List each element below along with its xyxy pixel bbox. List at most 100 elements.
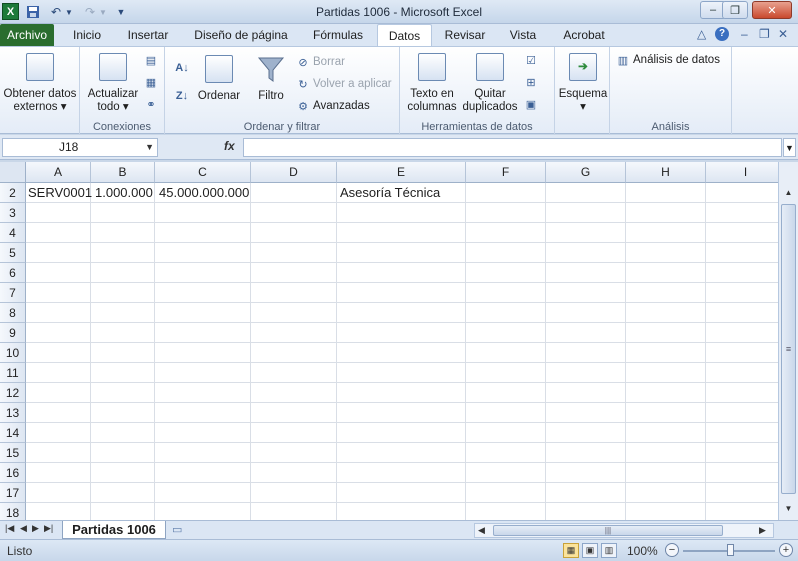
scroll-right-icon[interactable]: ▶: [759, 525, 766, 536]
sort-za-icon[interactable]: Z↓: [173, 89, 191, 103]
row-header[interactable]: 10: [0, 343, 26, 363]
collapse-ribbon-icon[interactable]: △: [697, 27, 706, 41]
page-break-view-icon[interactable]: ▥: [601, 543, 617, 558]
tab-insertar[interactable]: Insertar: [119, 24, 177, 46]
close-button[interactable]: ✕: [752, 1, 792, 19]
row-header[interactable]: 13: [0, 403, 26, 423]
tab-formulas[interactable]: Fórmulas: [305, 24, 371, 46]
scroll-down-icon[interactable]: ▼: [781, 502, 796, 516]
zoom-level[interactable]: 100%: [627, 544, 658, 558]
consolidate-icon[interactable]: ⊞: [524, 75, 538, 89]
row-header[interactable]: 17: [0, 483, 26, 503]
horizontal-scrollbar[interactable]: ◀ ||| ▶: [474, 523, 774, 538]
column-header[interactable]: E: [337, 162, 466, 183]
cell-b2[interactable]: 1.000.000: [93, 183, 155, 203]
tab-diseno-pagina[interactable]: Diseño de página: [186, 24, 296, 46]
row-header[interactable]: 9: [0, 323, 26, 343]
advanced-filter-button[interactable]: ⚙ Avanzadas: [296, 99, 370, 113]
column-header[interactable]: A: [26, 162, 91, 183]
column-header[interactable]: H: [626, 162, 706, 183]
workbook-close-icon[interactable]: ✕: [778, 27, 788, 41]
scroll-up-icon[interactable]: ▲: [781, 186, 796, 200]
text-to-columns-button[interactable]: Texto en columnas: [404, 53, 460, 114]
expand-formula-bar-icon[interactable]: ▼: [783, 138, 796, 157]
get-external-data-button[interactable]: Obtener datos externos ▾: [2, 53, 78, 114]
zoom-out-icon[interactable]: −: [665, 543, 679, 557]
tab-archivo[interactable]: Archivo: [0, 24, 54, 46]
column-header[interactable]: G: [546, 162, 626, 183]
properties-icon[interactable]: ▦: [144, 75, 158, 89]
sheet-tab[interactable]: Partidas 1006: [62, 521, 166, 539]
row-header[interactable]: 18: [0, 503, 26, 520]
row-header[interactable]: 12: [0, 383, 26, 403]
workbook-minimize-icon[interactable]: –: [741, 27, 748, 41]
row-header[interactable]: 6: [0, 263, 26, 283]
connections-icon[interactable]: ▤: [144, 53, 158, 67]
remove-duplicates-button[interactable]: Quitar duplicados: [460, 53, 520, 114]
zoom-in-icon[interactable]: +: [779, 543, 793, 557]
reapply-button: ↻ Volver a aplicar: [296, 77, 391, 91]
horizontal-scroll-thumb[interactable]: |||: [493, 525, 723, 536]
zoom-slider-knob[interactable]: [727, 544, 734, 556]
window-title: Partidas 1006 - Microsoft Excel: [315, 5, 483, 19]
edit-links-icon[interactable]: ⚭: [144, 97, 158, 111]
row-header[interactable]: 5: [0, 243, 26, 263]
maximize-button[interactable]: ❐: [722, 1, 748, 19]
tab-inicio[interactable]: Inicio: [64, 24, 110, 46]
cell-c2[interactable]: 45.000.000.000: [157, 183, 253, 203]
tab-vista[interactable]: Vista: [500, 24, 546, 46]
sort-button[interactable]: Ordenar: [197, 55, 241, 103]
tab-revisar[interactable]: Revisar: [440, 24, 490, 46]
row-gridline: [26, 282, 778, 283]
row-header[interactable]: 14: [0, 423, 26, 443]
row-header[interactable]: 7: [0, 283, 26, 303]
row-gridline: [26, 242, 778, 243]
formula-input[interactable]: [243, 138, 782, 157]
data-validation-icon[interactable]: ☑: [524, 53, 538, 67]
column-gridline: [545, 183, 546, 520]
last-sheet-icon[interactable]: ▶|: [44, 523, 53, 534]
row-header[interactable]: 16: [0, 463, 26, 483]
insert-sheet-icon[interactable]: ▭: [172, 523, 188, 537]
tab-acrobat[interactable]: Acrobat: [555, 24, 613, 46]
name-box[interactable]: J18 ▼: [2, 138, 158, 157]
column-header[interactable]: C: [155, 162, 251, 183]
outline-button[interactable]: ➔ Esquema ▾: [557, 53, 609, 114]
row-header[interactable]: 15: [0, 443, 26, 463]
scroll-left-icon[interactable]: ◀: [478, 525, 485, 536]
sort-az-icon[interactable]: A↓: [173, 61, 191, 75]
workbook-restore-icon[interactable]: ❐: [759, 27, 770, 41]
select-all-corner[interactable]: [0, 162, 26, 183]
name-box-value: J18: [59, 140, 79, 154]
prev-sheet-icon[interactable]: ◀: [20, 523, 27, 534]
normal-view-icon[interactable]: ▦: [563, 543, 579, 558]
page-layout-view-icon[interactable]: ▣: [582, 543, 598, 558]
row-header[interactable]: 3: [0, 203, 26, 223]
next-sheet-icon[interactable]: ▶: [32, 523, 39, 534]
cell-e2[interactable]: Asesoría Técnica: [338, 183, 466, 203]
data-analysis-button[interactable]: ▥ Análisis de datos: [616, 53, 720, 67]
what-if-icon[interactable]: ▣: [524, 97, 538, 111]
first-sheet-icon[interactable]: |◀: [5, 523, 14, 534]
row-header[interactable]: 11: [0, 363, 26, 383]
row-gridline: [26, 502, 778, 503]
insert-function-icon[interactable]: fx: [224, 139, 235, 153]
column-header[interactable]: B: [91, 162, 155, 183]
tab-datos[interactable]: Datos: [377, 24, 432, 46]
cell-a2[interactable]: SERV0001: [26, 183, 92, 203]
outline-label: Esquema: [558, 88, 608, 100]
filter-button[interactable]: Filtro: [251, 55, 291, 103]
worksheet-grid[interactable]: A B C D E F G H I 2 3 4 5 6 7 8 9 10 11 …: [0, 162, 778, 520]
column-header[interactable]: D: [251, 162, 337, 183]
vertical-scrollbar[interactable]: ▲ ≡ ▼: [778, 162, 798, 520]
column-header[interactable]: F: [466, 162, 546, 183]
name-box-dropdown-icon[interactable]: ▼: [145, 139, 154, 156]
row-header[interactable]: 2: [0, 183, 26, 203]
help-icon[interactable]: ?: [715, 27, 729, 41]
column-header[interactable]: I: [706, 162, 778, 183]
row-header[interactable]: 8: [0, 303, 26, 323]
row-header[interactable]: 4: [0, 223, 26, 243]
refresh-all-button[interactable]: Actualizar todo ▾: [84, 53, 142, 114]
vertical-scroll-thumb[interactable]: ≡: [781, 204, 796, 494]
row-gridline: [26, 222, 778, 223]
